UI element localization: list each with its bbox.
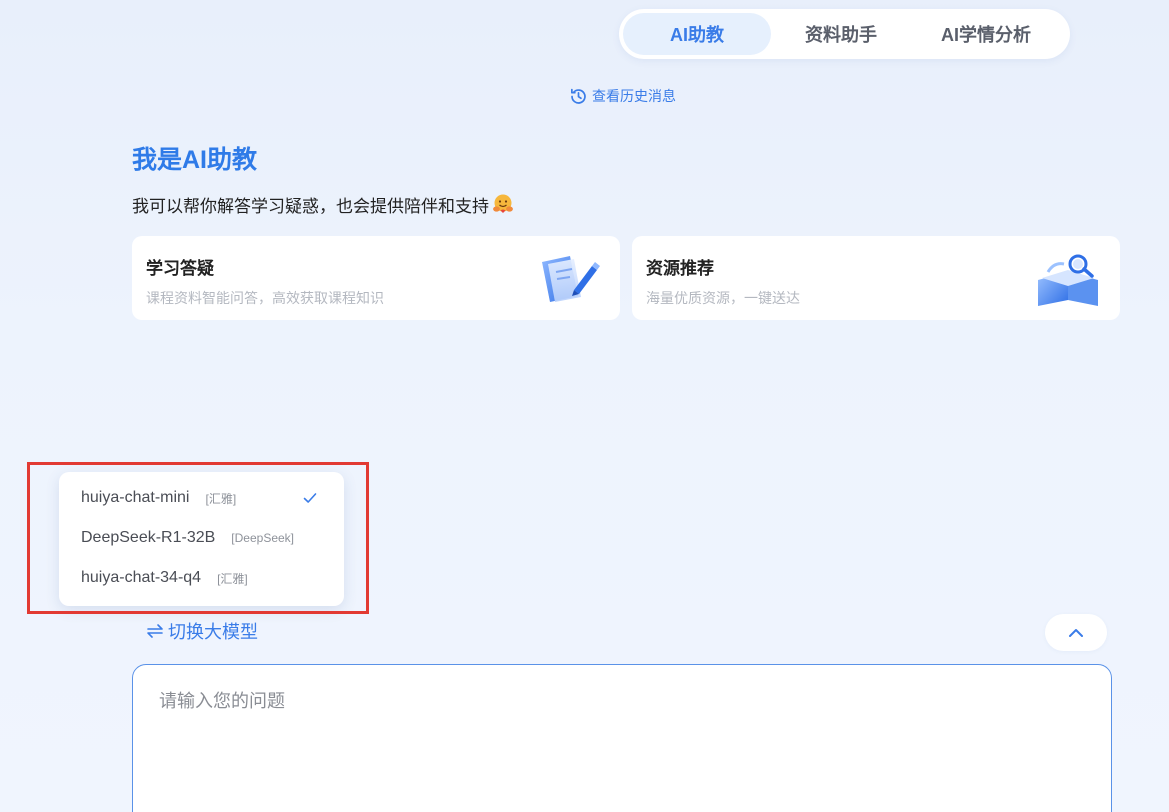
- question-input-container: [132, 664, 1112, 812]
- card-learning-qa[interactable]: 学习答疑 课程资料智能问答，高效获取课程知识: [132, 236, 620, 320]
- hugging-face-icon: [493, 194, 513, 213]
- model-option-huiya-chat-mini[interactable]: huiya-chat-mini [汇雅]: [59, 478, 344, 518]
- model-option-tag: [汇雅]: [217, 571, 248, 586]
- view-history-label: 查看历史消息: [592, 88, 676, 104]
- chevron-up-icon: [1069, 628, 1083, 637]
- history-clock-icon: [570, 88, 586, 104]
- question-input[interactable]: [133, 665, 1111, 812]
- model-dropdown-menu: huiya-chat-mini [汇雅] DeepSeek-R1-32B [De…: [59, 472, 344, 606]
- view-history-link[interactable]: 查看历史消息: [569, 86, 676, 106]
- tab-ai-assistant[interactable]: AI助教: [623, 13, 771, 55]
- tab-resource-assistant[interactable]: 资料助手: [771, 13, 911, 55]
- open-book-search-icon: [1038, 254, 1098, 306]
- switch-model-button[interactable]: 切换大模型: [146, 619, 258, 643]
- card-resource-recommend[interactable]: 资源推荐 海量优质资源，一键送达: [632, 236, 1120, 320]
- assistant-title: 我是AI助教: [132, 146, 258, 174]
- check-icon: [303, 493, 317, 503]
- model-option-name: huiya-chat-34-q4: [81, 569, 202, 586]
- model-option-deepseek-r1-32b[interactable]: DeepSeek-R1-32B [DeepSeek]: [59, 518, 344, 558]
- notebook-pen-icon: [542, 256, 600, 302]
- model-option-huiya-chat-34-q4[interactable]: huiya-chat-34-q4 [汇雅]: [59, 558, 344, 598]
- model-option-tag: [汇雅]: [205, 491, 237, 506]
- collapse-button[interactable]: [1045, 614, 1107, 651]
- swap-arrows-icon: [147, 624, 163, 638]
- switch-model-label: 切换大模型: [168, 622, 258, 642]
- model-option-name: huiya-chat-mini: [81, 489, 190, 506]
- model-option-name: DeepSeek-R1-32B: [81, 529, 216, 546]
- assistant-subtitle-text: 我可以帮你解答学习疑惑，也会提供陪伴和支持: [132, 196, 489, 216]
- model-option-tag: [DeepSeek]: [231, 531, 295, 545]
- mode-tab-switcher: AI助教 资料助手 AI学情分析: [619, 9, 1070, 59]
- tab-learning-analysis[interactable]: AI学情分析: [911, 13, 1061, 55]
- assistant-subtitle: 我可以帮你解答学习疑惑，也会提供陪伴和支持: [132, 191, 515, 217]
